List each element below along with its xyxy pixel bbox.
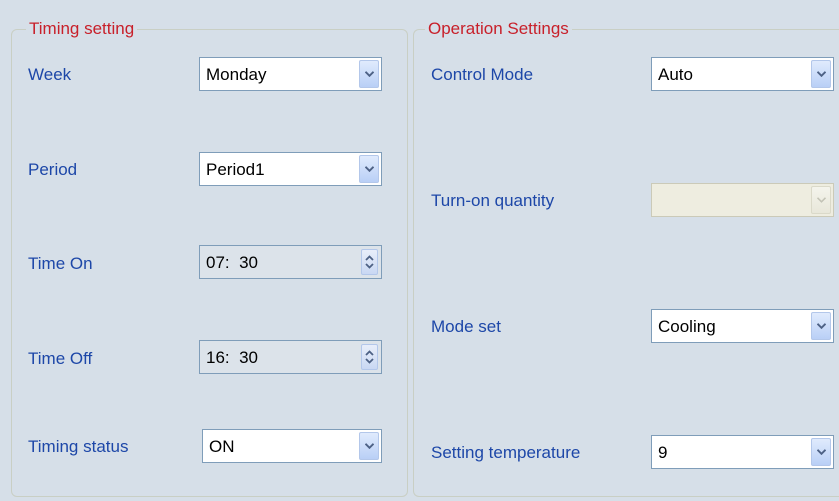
week-value: Monday <box>206 65 267 84</box>
chevron-down-icon <box>811 186 831 214</box>
mode-set-value: Cooling <box>658 317 716 336</box>
up-down-arrows-icon[interactable] <box>361 344 378 370</box>
mode-set-label: Mode set <box>431 317 501 336</box>
period-select[interactable]: Period1 <box>199 152 382 186</box>
time-off-label: Time Off <box>28 349 93 368</box>
mode-set-select[interactable]: Cooling <box>651 309 834 343</box>
operation-settings-title: Operation Settings <box>425 19 572 39</box>
turn-on-quantity-select <box>651 183 834 217</box>
control-mode-select[interactable]: Auto <box>651 57 834 91</box>
week-label: Week <box>28 65 72 84</box>
chevron-down-icon[interactable] <box>359 60 379 88</box>
control-mode-value: Auto <box>658 65 693 84</box>
chevron-down-icon[interactable] <box>811 60 831 88</box>
setting-temperature-label: Setting temperature <box>431 443 581 462</box>
turn-on-quantity-label: Turn-on quantity <box>431 191 555 210</box>
timing-setting-title: Timing setting <box>26 19 138 39</box>
time-off-value: 16: 30 <box>206 348 258 367</box>
setting-temperature-select[interactable]: 9 <box>651 435 834 469</box>
chevron-down-icon[interactable] <box>811 438 831 466</box>
up-down-arrows-icon[interactable] <box>361 249 378 275</box>
timing-status-select[interactable]: ON <box>202 429 382 463</box>
week-select[interactable]: Monday <box>199 57 382 91</box>
period-value: Period1 <box>206 160 265 179</box>
timing-status-value: ON <box>209 437 235 456</box>
chevron-down-icon[interactable] <box>359 155 379 183</box>
time-on-label: Time On <box>28 254 93 273</box>
time-off-spinner[interactable]: 16: 30 <box>199 340 382 374</box>
control-mode-label: Control Mode <box>431 65 534 84</box>
chevron-down-icon[interactable] <box>359 432 379 460</box>
time-on-spinner[interactable]: 07: 30 <box>199 245 382 279</box>
chevron-down-icon[interactable] <box>811 312 831 340</box>
timing-status-label: Timing status <box>28 437 129 456</box>
period-label: Period <box>28 160 78 179</box>
setting-temperature-value: 9 <box>658 443 668 462</box>
operation-settings-group: Operation Settings <box>413 19 839 497</box>
time-on-value: 07: 30 <box>206 253 258 272</box>
